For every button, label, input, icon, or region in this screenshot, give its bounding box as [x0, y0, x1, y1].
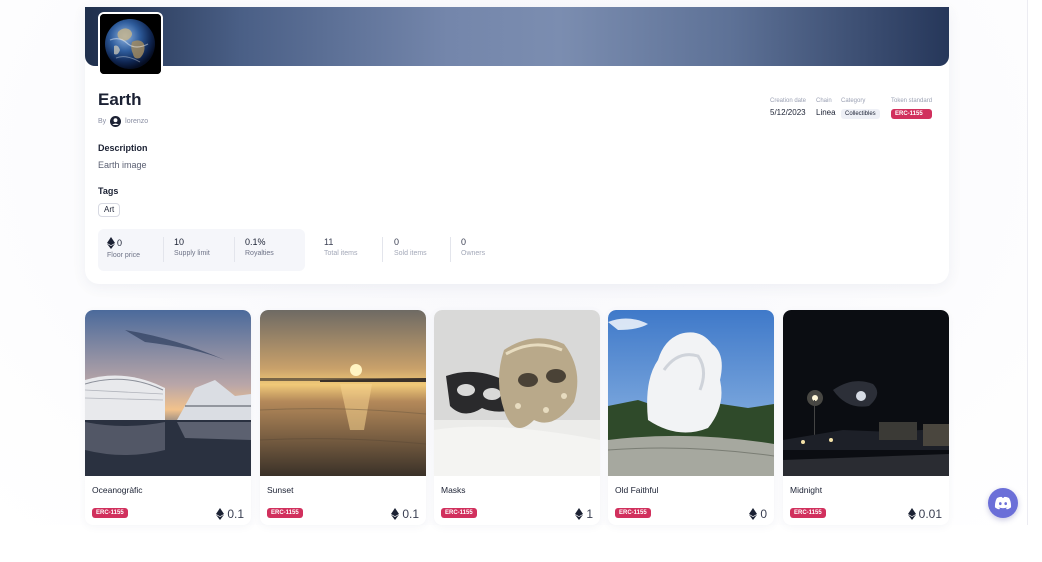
nft-image[interactable]: [434, 310, 600, 476]
nft-name[interactable]: Old Faithful: [615, 485, 658, 495]
nft-image[interactable]: [783, 310, 949, 476]
token-standard-badge: ERC-1155: [267, 508, 303, 518]
chain-label: Chain: [816, 98, 832, 104]
meta-category: Category Collectibles: [841, 98, 880, 119]
discord-icon: [994, 496, 1012, 510]
discord-button[interactable]: [988, 488, 1018, 518]
nft-name[interactable]: Masks: [441, 485, 466, 495]
nft-name[interactable]: Midnight: [790, 485, 822, 495]
nft-card[interactable]: Sunset ERC-1155 0.1: [260, 310, 426, 525]
collection-header-card: Earth By lorenzo Description Earth image…: [85, 7, 949, 284]
stat-supply-limit: 10 Supply limit: [174, 237, 210, 257]
token-standard-badge: ERC-1155: [441, 508, 477, 518]
collection-title: Earth: [98, 90, 142, 109]
token-standard-badge: ERC-1155: [790, 508, 826, 518]
stat-divider: [163, 237, 164, 262]
stat-owners: 0 Owners: [461, 237, 485, 257]
earth-image: [100, 14, 161, 74]
total-items-value: 11: [324, 237, 334, 247]
nft-name[interactable]: Sunset: [267, 485, 293, 495]
price-value: 0.01: [918, 507, 942, 521]
meta-token-standard: Token standard ERC-1155: [891, 98, 933, 119]
author-link[interactable]: lorenzo: [125, 118, 148, 125]
ethereum-icon: [391, 508, 400, 520]
nft-grid: Oceanogràfic ERC-1155 0.1 Sunset ERC-115…: [85, 310, 949, 525]
nft-image[interactable]: [85, 310, 251, 476]
royalties-label: Royalties: [245, 250, 274, 257]
ethereum-icon: [907, 508, 916, 520]
token-standard-badge: ERC-1155: [92, 508, 128, 518]
owners-label: Owners: [461, 250, 486, 257]
nft-card[interactable]: Old Faithful ERC-1155 0: [608, 310, 774, 525]
supply-limit-label: Supply limit: [174, 250, 210, 257]
royalties-value: 0.1%: [245, 237, 266, 247]
collection-avatar: [98, 12, 163, 76]
scrollbar-track[interactable]: [1027, 0, 1028, 525]
token-standard-badge: ERC-1155: [615, 508, 651, 518]
tags-label: Tags: [98, 186, 119, 196]
ethereum-icon: [575, 508, 584, 520]
floor-price-label: Floor price: [107, 252, 141, 259]
supply-limit-value: 10: [174, 237, 185, 247]
stat-royalties: 0.1% Royalties: [245, 237, 274, 257]
collection-author: By lorenzo: [98, 116, 148, 127]
price-value: 1: [586, 507, 593, 521]
token-standard-badge: ERC-1155: [891, 109, 933, 119]
floor-price-value: 0: [117, 238, 123, 248]
meta-creation-date: Creation date 5/12/2023: [770, 98, 806, 117]
category-badge: Collectibles: [841, 109, 880, 119]
stat-sold-items: 0 Sold items: [394, 237, 427, 257]
description-label: Description: [98, 143, 148, 153]
nft-price: 0.01: [907, 507, 942, 521]
ethereum-icon: [749, 508, 758, 520]
nft-price: 0.1: [216, 507, 244, 521]
stat-total-items: 11 Total items: [324, 237, 357, 257]
price-value: 0.1: [227, 507, 244, 521]
user-avatar-icon: [110, 116, 122, 127]
sold-items-value: 0: [394, 237, 400, 247]
stat-divider: [450, 237, 451, 262]
stat-floor-price: 0 Floor price: [107, 237, 140, 259]
nft-name[interactable]: Oceanogràfic: [92, 485, 143, 495]
tag-chip[interactable]: Art: [98, 203, 121, 217]
nft-price: 0: [749, 507, 767, 521]
meta-chain: Chain Linea: [816, 98, 836, 117]
stat-divider: [382, 237, 383, 262]
sold-items-label: Sold items: [394, 250, 427, 257]
price-value: 0: [760, 507, 767, 521]
total-items-label: Total items: [324, 250, 358, 257]
nft-price: 0.1: [391, 507, 419, 521]
nft-price: 1: [575, 507, 593, 521]
creation-date-label: Creation date: [770, 98, 807, 104]
token-standard-label: Token standard: [891, 98, 933, 104]
nft-card[interactable]: Masks ERC-1155 1: [434, 310, 600, 525]
nft-card[interactable]: Midnight ERC-1155 0.01: [783, 310, 949, 525]
collection-banner: [85, 7, 949, 66]
stat-divider: [234, 237, 235, 262]
category-label: Category: [841, 98, 866, 104]
creation-date-value: 5/12/2023: [770, 108, 806, 117]
owners-value: 0: [461, 237, 467, 247]
by-prefix: By: [98, 118, 107, 125]
description-text: Earth image: [98, 160, 147, 170]
ethereum-icon: [216, 508, 225, 520]
nft-image[interactable]: [608, 310, 774, 476]
nft-card[interactable]: Oceanogràfic ERC-1155 0.1: [85, 310, 251, 525]
nft-image[interactable]: [260, 310, 426, 476]
price-value: 0.1: [402, 507, 419, 521]
chain-value: Linea: [816, 108, 836, 117]
ethereum-icon: [107, 237, 115, 249]
